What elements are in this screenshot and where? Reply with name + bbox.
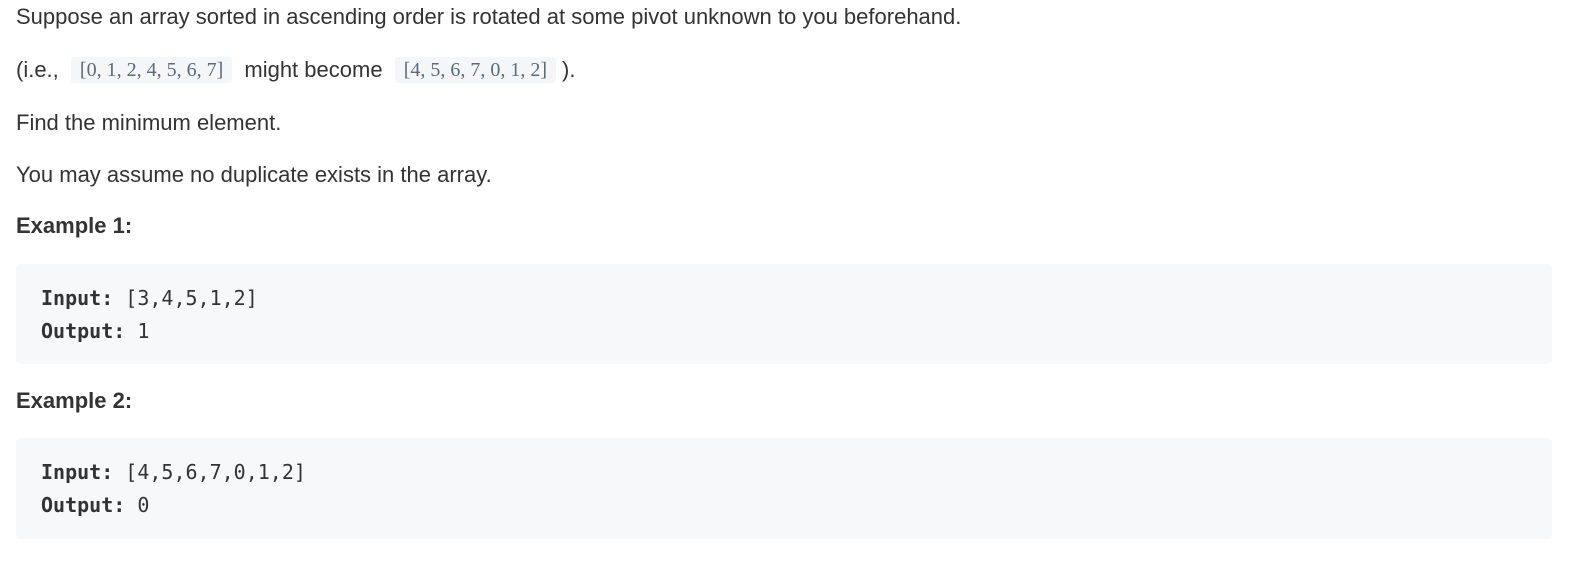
example-1-input-line: Input: [3,4,5,1,2]	[41, 282, 1527, 315]
example-2-input-value: [4,5,6,7,0,1,2]	[113, 460, 306, 484]
rotation-prefix: (i.e.,	[16, 57, 59, 82]
example-1-heading: Example 1:	[16, 213, 133, 238]
task-paragraph: Find the minimum element.	[16, 110, 282, 135]
intro-paragraph: Suppose an array sorted in ascending ord…	[16, 4, 962, 29]
example-2-output-line: Output: 0	[41, 489, 1527, 522]
example-2-input-line: Input: [4,5,6,7,0,1,2]	[41, 456, 1527, 489]
example-1-input-label: Input:	[41, 286, 114, 310]
array-after-math: [4, 5, 6, 7, 0, 1, 2]	[394, 57, 557, 83]
example-2-code-block: Input: [4,5,6,7,0,1,2] Output: 0	[16, 438, 1552, 539]
rotation-middle: might become	[244, 57, 383, 82]
example-2-input-label: Input:	[41, 460, 114, 484]
rotation-example-paragraph: (i.e., [0, 1, 2, 4, 5, 6, 7] might becom…	[16, 55, 575, 85]
example-1-output-label: Output:	[41, 319, 126, 343]
example-1-output-value: 1	[125, 319, 150, 343]
assumption-paragraph: You may assume no duplicate exists in th…	[16, 162, 492, 187]
example-2-output-label: Output:	[41, 493, 126, 517]
example-1-input-value: [3,4,5,1,2]	[113, 286, 258, 310]
example-1-output-line: Output: 1	[41, 315, 1527, 348]
rotation-suffix: ).	[562, 57, 576, 82]
example-2-heading: Example 2:	[16, 388, 133, 413]
example-1-code-block: Input: [3,4,5,1,2] Output: 1	[16, 264, 1552, 364]
example-2-output-value: 0	[125, 493, 150, 517]
array-before-math: [0, 1, 2, 4, 5, 6, 7]	[70, 57, 233, 83]
